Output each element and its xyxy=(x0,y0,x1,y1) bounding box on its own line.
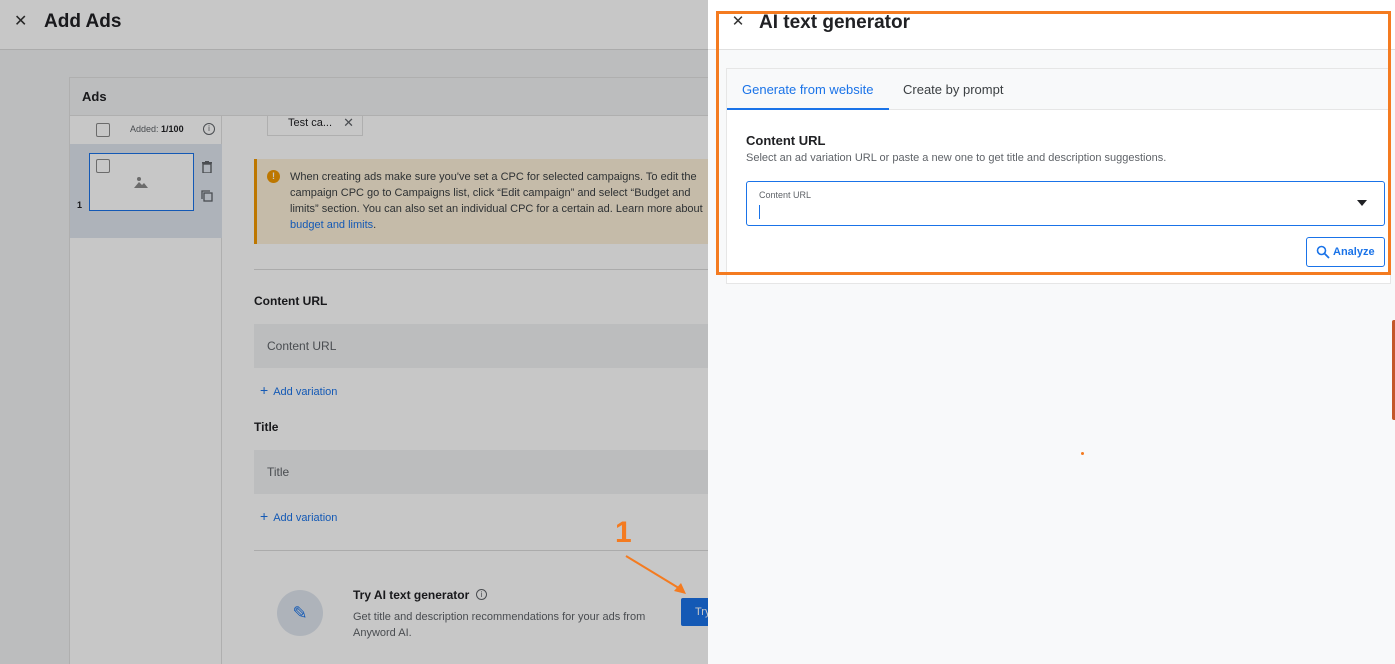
section-title: Content URL xyxy=(746,133,826,148)
annotation-dot xyxy=(1081,452,1084,455)
tab-bar: Generate from website Create by prompt xyxy=(727,69,1390,110)
tab-create-by-prompt[interactable]: Create by prompt xyxy=(888,69,1018,110)
analyze-button[interactable]: Analyze xyxy=(1306,237,1385,267)
content-url-field-label: Content URL xyxy=(759,190,812,200)
content-url-select[interactable]: Content URL xyxy=(746,181,1385,226)
section-description: Select an ad variation URL or paste a ne… xyxy=(746,152,1167,164)
annotation-arrow xyxy=(625,555,686,594)
search-icon xyxy=(1316,245,1330,259)
drawer-title: AI text generator xyxy=(759,12,910,33)
overlay-dim[interactable] xyxy=(0,0,708,664)
analyze-label: Analyze xyxy=(1333,246,1375,258)
close-icon[interactable]: ✕ xyxy=(730,14,746,30)
ai-generator-drawer: ✕ AI text generator Generate from websit… xyxy=(708,0,1395,664)
drawer-header: ✕ AI text generator xyxy=(708,0,1395,50)
text-caret xyxy=(759,205,760,219)
generator-card: Generate from website Create by prompt C… xyxy=(726,68,1391,284)
tab-generate-from-website[interactable]: Generate from website xyxy=(727,69,889,110)
chevron-down-icon[interactable] xyxy=(1357,200,1367,206)
annotation-number: 1 xyxy=(615,516,632,549)
